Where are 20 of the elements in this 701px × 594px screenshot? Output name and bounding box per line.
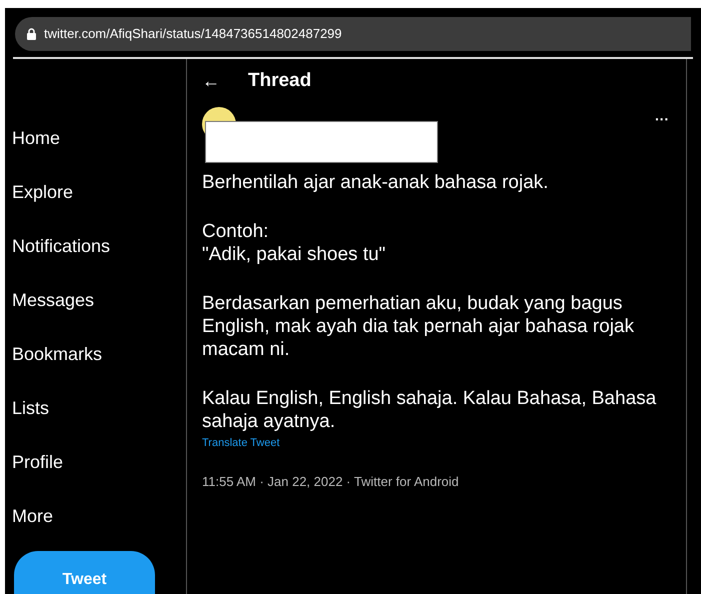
back-arrow[interactable]: ← [202, 68, 220, 94]
url-text: twitter.com/AfiqShari/status/1484736514802487299 [44, 25, 342, 44]
tweet-paragraph: Berdasarkan pemerhatian aku, budak yang bagus English, mak ayah dia tak pernah ajar bahasa rojak macam ni. [202, 292, 635, 361]
tweet-paragraph: Berhentilah ajar anak-anak bahasa rojak. [202, 171, 550, 194]
nav-item[interactable]: Bookmarks [12, 341, 102, 367]
nav-item[interactable]: Messages [12, 287, 94, 313]
nav-item[interactable]: Home [12, 125, 60, 151]
nav-item[interactable]: Explore [12, 179, 74, 205]
tweet-paragraph: Kalau English, English sahaja. Kalau Bahasa, Bahasa sahaja ayatnya. [202, 387, 658, 433]
nav-item[interactable]: Profile [12, 449, 64, 475]
nav-item[interactable]: Lists [12, 395, 50, 421]
translate-link[interactable]: Translate Tweet [202, 435, 671, 452]
tweet-timestamp: 11:55 AM · Jan 22, 2022 · Twitter for Android [202, 472, 460, 490]
thread-title: Thread [248, 68, 312, 93]
nav-item[interactable]: Notifications [12, 233, 110, 259]
address-bar[interactable]: twitter.com/AfiqShari/status/1484736514802487299 [15, 17, 691, 51]
tweet-paragraph: Contoh: "Adik, pakai shoes tu" [202, 220, 387, 266]
nav-item[interactable]: More [12, 503, 54, 529]
lock-icon [27, 28, 36, 40]
more-icon[interactable]: ··· [655, 109, 669, 130]
